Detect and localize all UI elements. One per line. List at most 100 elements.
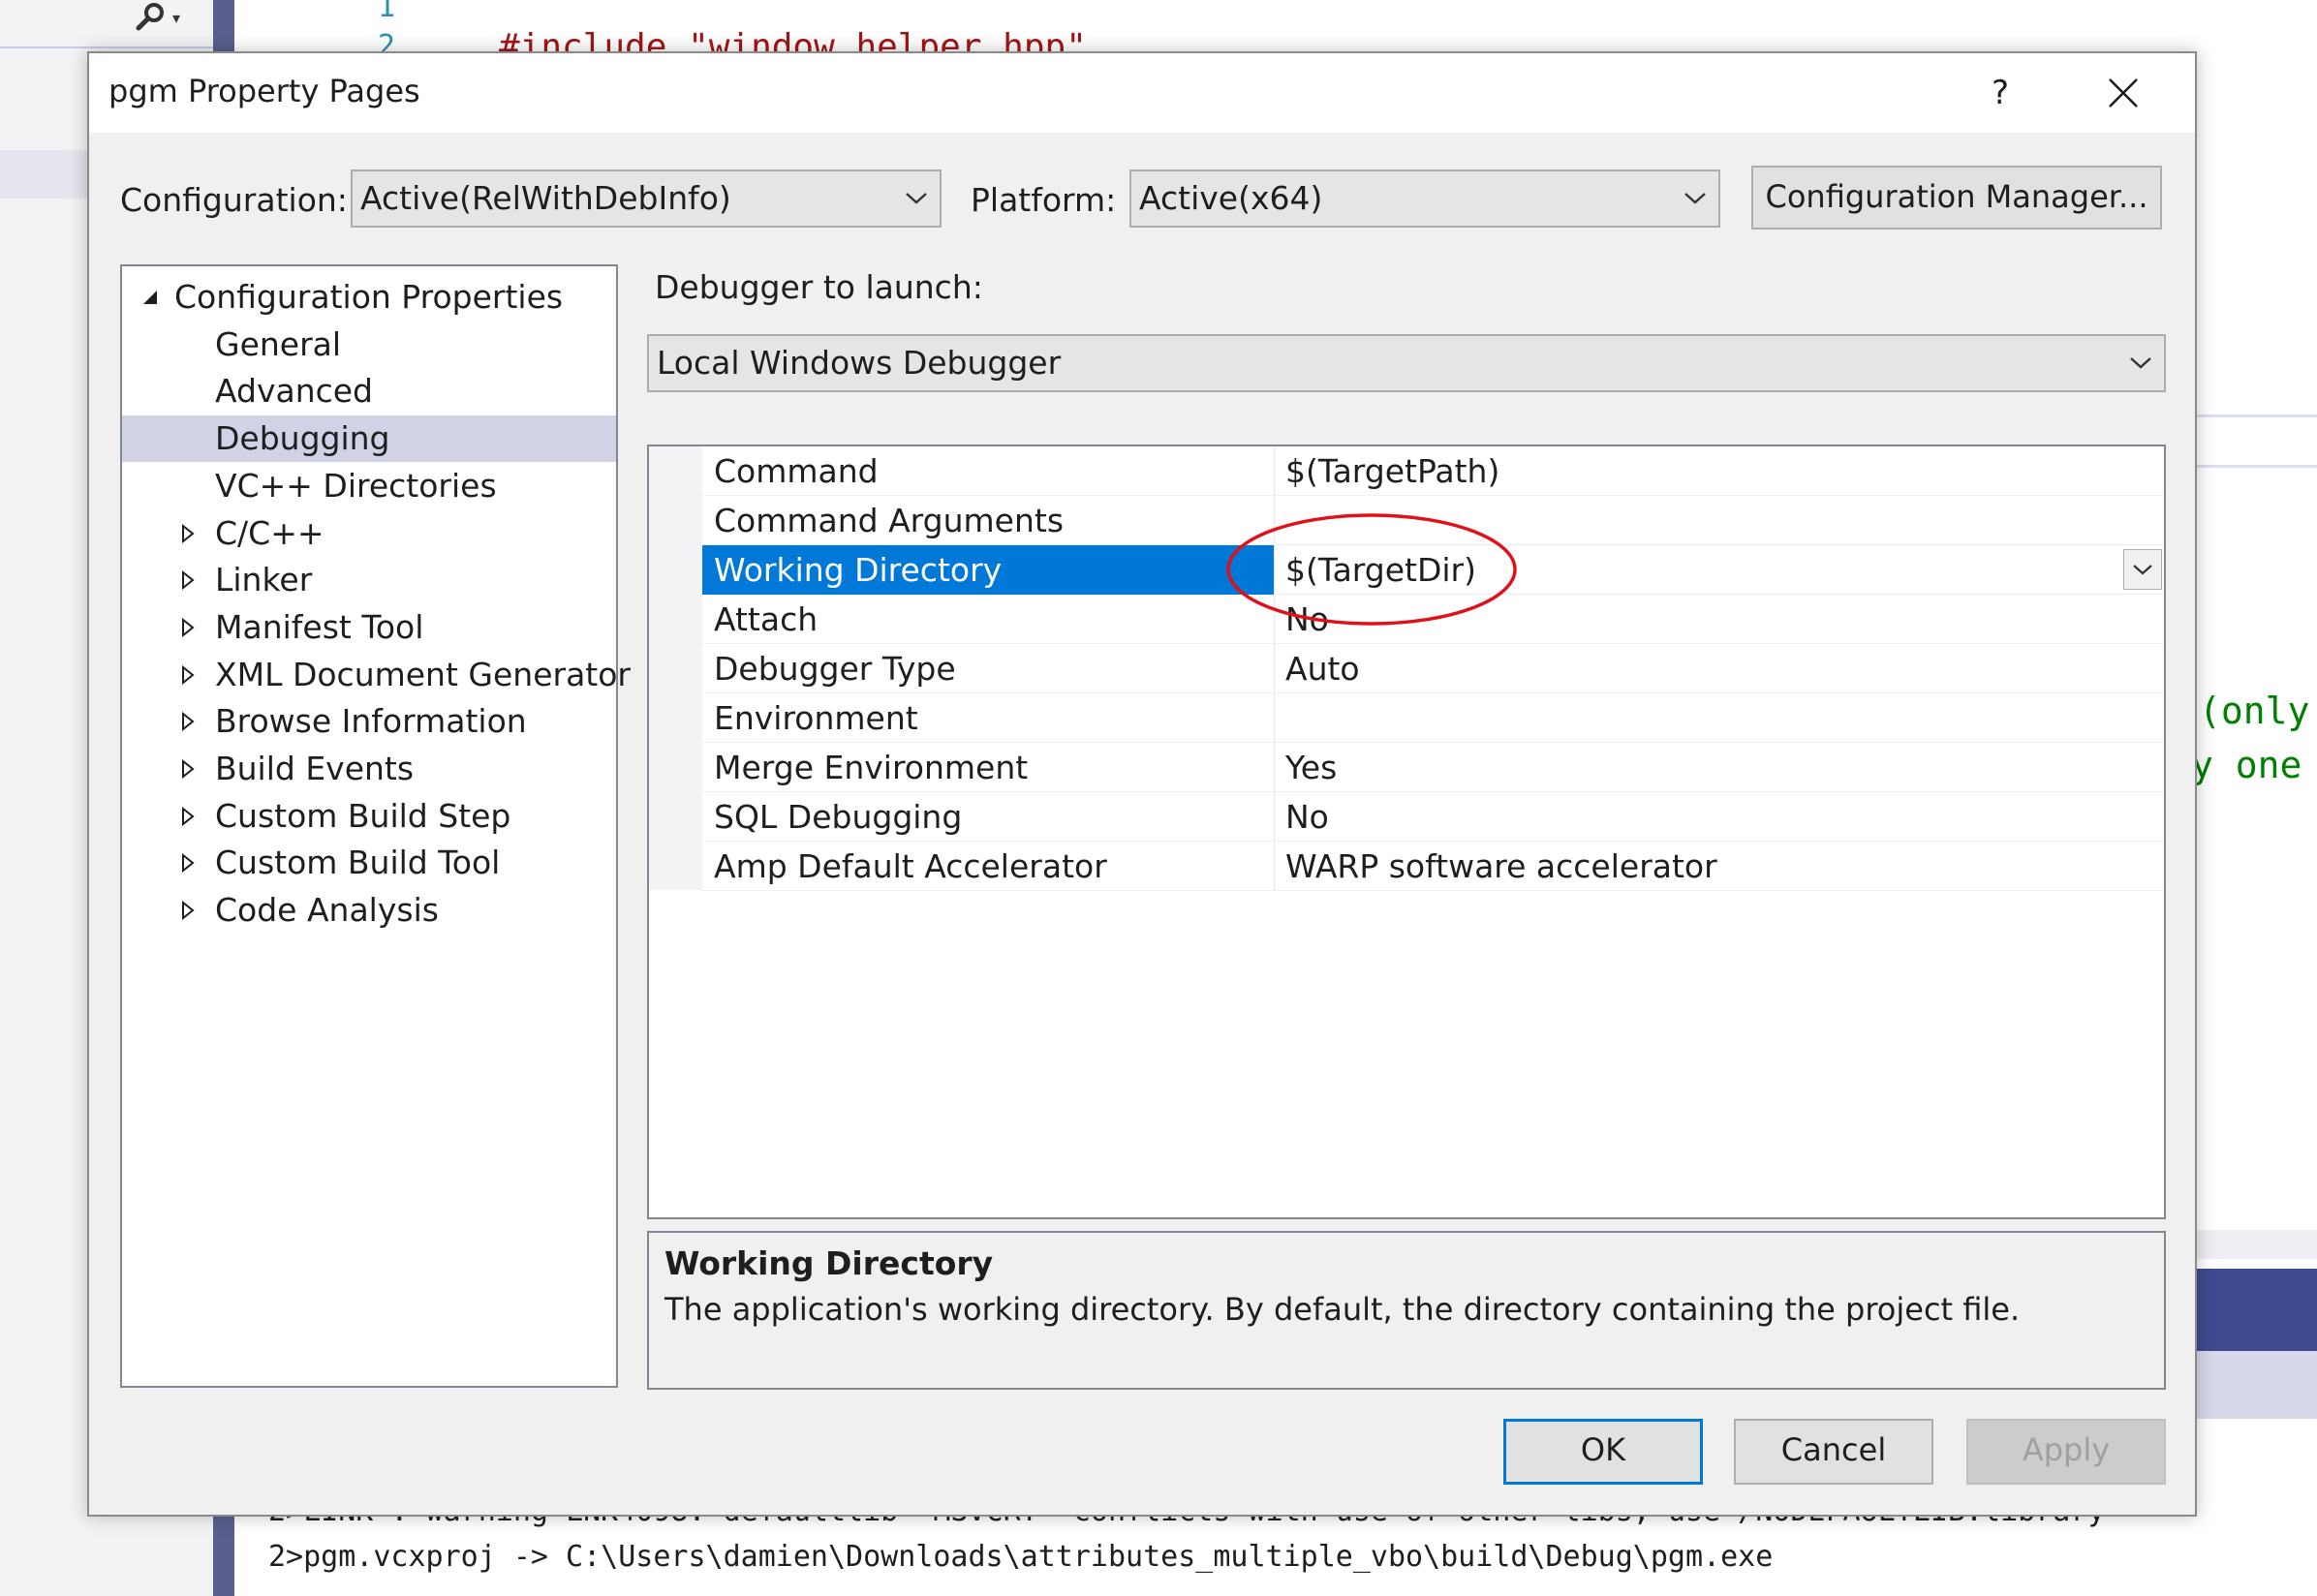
cancel-button[interactable]: Cancel (1734, 1419, 1933, 1485)
tree-item[interactable]: Linker (122, 557, 616, 603)
property-value[interactable]: $(TargetPath) (1276, 446, 2147, 496)
property-pages-dialog: pgm Property Pages ? Configuration: Acti… (87, 51, 2197, 1517)
property-row[interactable]: Debugger Type Auto (702, 644, 2164, 693)
description-text: The application's working directory. By … (664, 1291, 2021, 1328)
chevron-down-icon (2129, 336, 2152, 390)
ok-button[interactable]: OK (1503, 1419, 1703, 1485)
tree-item[interactable]: Debugging (122, 415, 616, 463)
solution-explorer-divider (0, 46, 223, 48)
property-value[interactable]: No (1276, 595, 2147, 644)
property-name: Working Directory (702, 545, 1274, 595)
property-tree[interactable]: Configuration Properties General Advanced D… (120, 264, 631, 1388)
property-grid[interactable]: Command $(TargetPath) Command Arguments Wor… (647, 445, 2166, 1219)
tree-item[interactable]: Custom Build Step (122, 793, 616, 840)
property-divider (1274, 792, 1275, 842)
property-divider (1274, 446, 1275, 496)
tree-item[interactable]: Manifest Tool (122, 604, 616, 651)
triangle-expanded-icon[interactable] (141, 274, 159, 321)
tree-item[interactable]: C/C++ (122, 510, 616, 557)
property-value[interactable] (1276, 496, 2147, 545)
property-row[interactable]: Attach No (702, 595, 2164, 644)
chevron-down-icon (1684, 171, 1707, 226)
tree-item-label: Linker (215, 561, 313, 599)
triangle-collapsed-icon[interactable] (180, 793, 196, 840)
configuration-value: Active(RelWithDebInfo) (360, 179, 731, 217)
tree-item[interactable]: General (122, 322, 616, 368)
property-divider (1274, 595, 1275, 644)
tree-item-label: C/C++ (215, 513, 324, 552)
close-icon (2109, 78, 2138, 107)
property-name: Merge Environment (714, 749, 1029, 786)
triangle-collapsed-icon[interactable] (180, 746, 196, 792)
property-value[interactable]: WARP software accelerator (1276, 842, 2147, 891)
tree-item-label: Advanced (215, 372, 374, 411)
property-divider (1274, 496, 1275, 545)
property-value[interactable]: Yes (1276, 743, 2147, 792)
debugger-value: Local Windows Debugger (657, 344, 1062, 382)
configuration-select[interactable]: Active(RelWithDebInfo) (351, 169, 942, 228)
property-name: Environment (714, 699, 918, 737)
dialog-title: pgm Property Pages (108, 73, 420, 109)
tree-item-label: Debugging (215, 419, 390, 458)
property-row[interactable]: Command $(TargetPath) (702, 446, 2164, 496)
chevron-down-icon (905, 171, 928, 226)
property-value[interactable]: Auto (1276, 644, 2147, 693)
code-comment: y one (2191, 744, 2302, 786)
solution-search-button[interactable]: ▾ (134, 0, 211, 35)
property-row[interactable]: Command Arguments (702, 496, 2164, 545)
property-divider (1274, 842, 1275, 891)
description-title: Working Directory (664, 1244, 994, 1282)
help-button[interactable]: ? (1966, 61, 2034, 125)
property-dropdown-button[interactable] (2123, 549, 2162, 590)
tree-item-label: Build Events (215, 750, 415, 787)
debugger-select[interactable]: Local Windows Debugger (647, 334, 2166, 392)
tree-item-label: Code Analysis (215, 891, 439, 930)
property-value[interactable] (1276, 693, 2147, 743)
property-row[interactable]: Environment (702, 693, 2164, 743)
property-name: SQL Debugging (714, 798, 963, 836)
triangle-collapsed-icon[interactable] (180, 887, 196, 934)
tree-item-label: Manifest Tool (215, 607, 424, 646)
triangle-collapsed-icon[interactable] (180, 698, 196, 745)
configuration-manager-button[interactable]: Configuration Manager... (1751, 166, 2162, 230)
editor-line-highlight (2191, 414, 2317, 417)
configuration-label: Configuration: (120, 181, 348, 219)
tree-item[interactable]: Browse Information (122, 698, 616, 745)
property-value[interactable]: No (1276, 792, 2147, 842)
editor-scroll-area (2191, 1230, 2317, 1259)
triangle-collapsed-icon[interactable] (180, 840, 196, 886)
tree-item[interactable]: Custom Build Tool (122, 840, 616, 886)
triangle-collapsed-icon[interactable] (180, 604, 196, 651)
chevron-down-icon (2133, 565, 2152, 575)
tree-item[interactable]: Build Events (122, 746, 616, 792)
tree-item-label: Custom Build Step (215, 796, 511, 835)
triangle-collapsed-icon[interactable] (180, 557, 196, 603)
property-name: Amp Default Accelerator (714, 847, 1107, 885)
property-row[interactable]: Working Directory $(TargetDir) (702, 545, 2164, 595)
tree-item[interactable]: Advanced (122, 368, 616, 414)
property-grid-gutter (649, 446, 702, 890)
property-divider (1274, 693, 1275, 743)
tree-item[interactable]: XML Document Generator (122, 652, 631, 698)
triangle-collapsed-icon[interactable] (180, 510, 196, 557)
property-divider (1274, 545, 1275, 595)
tree-item[interactable]: Code Analysis (122, 887, 616, 934)
property-row[interactable]: SQL Debugging No (702, 792, 2164, 842)
property-row[interactable]: Amp Default Accelerator WARP software acc… (702, 842, 2164, 891)
search-icon (136, 3, 164, 31)
property-divider (1274, 644, 1275, 693)
property-row[interactable]: Merge Environment Yes (702, 743, 2164, 792)
tree-item-label: VC++ Directories (215, 466, 497, 505)
platform-select[interactable]: Active(x64) (1129, 169, 1720, 228)
close-button[interactable] (2085, 61, 2162, 125)
tree-item-label: Custom Build Tool (215, 844, 501, 882)
property-name: Debugger Type (714, 650, 956, 688)
tree-item[interactable]: VC++ Directories (122, 463, 616, 509)
tree-item[interactable]: Configuration Properties (122, 274, 616, 321)
property-value[interactable]: $(TargetDir) (1276, 545, 2147, 595)
dialog-titlebar[interactable]: pgm Property Pages ? (89, 53, 2195, 133)
property-name: Command (714, 452, 879, 490)
property-description: Working Directory The application's work… (647, 1231, 2166, 1390)
triangle-collapsed-icon[interactable] (180, 652, 196, 698)
apply-button[interactable]: Apply (1966, 1419, 2166, 1485)
